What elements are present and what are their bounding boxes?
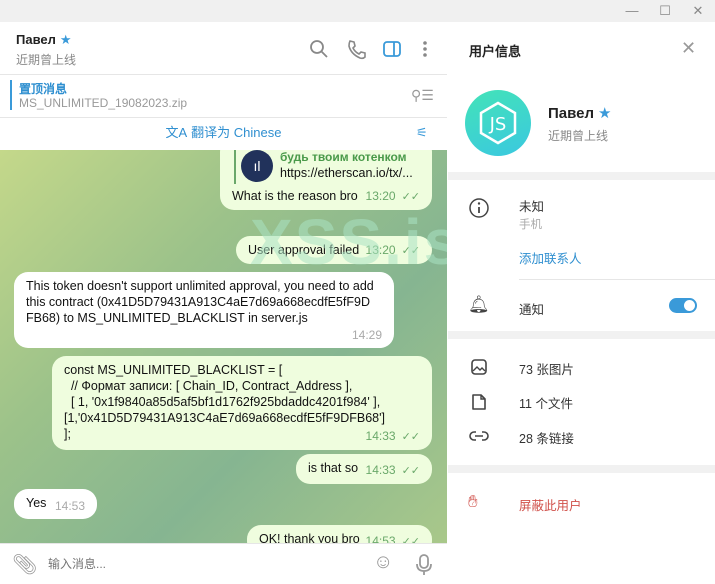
code-line: // Формат записи: [ Chain_ID, Contract_A… [64,379,353,393]
file-icon [472,394,486,410]
pinned-text: MS_UNLIMITED_19082023.zip [19,96,188,110]
chat-name-row: Павел ★ [16,32,72,48]
phone-label: 手机 [519,219,542,231]
translate-settings-icon[interactable]: ⚟ [416,118,428,148]
divider [448,172,715,180]
close-window-icon[interactable]: ✕ [688,3,708,19]
message-bubble: is that so 14:33 ✓✓ [296,454,432,484]
microphone-icon[interactable] [414,553,434,577]
code-message-bubble: const MS_UNLIMITED_BLACKLIST = [ // Форм… [52,356,432,450]
message-time: 14:33 ✓✓ [365,429,420,443]
message-time: 13:20 ✓✓ [365,189,420,203]
pin-list-icon[interactable]: ⚲☰ [411,87,434,104]
chat-status: 近期曾上线 [16,53,77,67]
bell-icon: 🔔︎ [468,295,490,314]
phone-icon[interactable] [345,38,367,60]
divider [448,465,715,473]
links-count[interactable]: 28 条链接 [519,428,574,447]
nodejs-logo: JS [479,101,517,145]
profile-name-row: Павел ★ [548,104,611,122]
close-panel-icon[interactable]: ✕ [681,38,696,59]
phone-value: 未知 [519,200,545,214]
block-hand-icon: ✋︎ [468,492,478,511]
message-bubble: This token doesn't support unlimited app… [14,272,394,348]
chat-pane: Павел ★ 近期曾上线 置顶消息 MS_UNLIMITED_19082023.… [0,22,447,584]
code-line: [ 1, '0x1f9840a85d5af5bf1d1762f925bdaddc… [64,395,381,409]
divider [448,331,715,339]
photo-icon [471,359,487,375]
message-time: 14:33 ✓✓ [365,463,420,477]
message-list[interactable]: ıl будь твоим котенком https://etherscan… [0,150,447,543]
chat-name: Павел [16,32,56,47]
attach-icon[interactable]: 📎︎ [12,552,37,577]
search-icon[interactable] [308,38,330,60]
composer: 📎︎ ☺ [0,543,447,584]
message-bubble: ıl будь твоим котенком https://etherscan… [220,150,432,210]
maximize-icon[interactable]: ☐ [655,3,675,19]
message-input[interactable] [48,554,348,574]
translate-bar[interactable]: 文A 翻译为 Chinese ⚟ [0,118,447,150]
etherscan-logo: ıl [241,150,273,182]
translate-icon: 文A [165,125,188,140]
panel-title: 用户信息 [469,44,522,59]
pinned-title: 置顶消息 [19,82,68,96]
code-line: const MS_UNLIMITED_BLACKLIST = [ [64,363,283,377]
star-icon: ★ [598,105,612,122]
star-icon: ★ [59,32,72,47]
profile-status: 近期曾上线 [548,129,609,143]
code-line: [1,'0x41D5D79431A913C4aE7d69a668ecdfE5fF… [64,411,385,425]
notifications-toggle[interactable] [669,298,697,313]
preview-title: будь твоим котенком [280,150,407,164]
message-bubble: OK! thank you bro 14:53 ✓✓ [247,525,432,543]
user-info-panel: 用户信息 ✕ JS Павел ★ 近期曾上线 未知 手机 添加联系人 🔔︎ 通知… [448,22,715,584]
message-text: This token doesn't support unlimited app… [26,279,374,325]
preview-bar [234,150,236,184]
sidebar-toggle-icon[interactable] [381,38,403,60]
title-bar: — ☐ ✕ [0,0,715,22]
message-time: 14:53 [54,499,85,513]
divider [519,279,715,280]
message-bubble: Yes 14:53 [14,489,97,519]
notifications-label: 通知 [519,303,545,317]
more-icon[interactable] [414,38,436,60]
message-time: 14:29 [351,328,382,342]
pinned-message[interactable]: 置顶消息 MS_UNLIMITED_19082023.zip ⚲☰ [0,75,447,118]
preview-url[interactable]: https://etherscan.io/tx/... [280,165,413,181]
message-text: is that so [308,461,359,475]
translate-label: 翻译为 Chinese [191,125,282,140]
message-text: Yes [26,496,47,510]
add-contact-link[interactable]: 添加联系人 [519,248,582,267]
photos-count[interactable]: 73 张图片 [519,359,574,378]
message-text: OK! thank you bro [259,532,360,543]
info-icon [469,198,489,218]
block-user-button[interactable]: 屏蔽此用户 [519,495,582,514]
link-icon [469,431,489,441]
chat-header[interactable]: Павел ★ 近期曾上线 [0,22,447,75]
emoji-icon[interactable]: ☺ [373,551,393,574]
message-text: What is the reason bro [232,189,358,203]
pinned-bar [10,80,12,110]
avatar[interactable]: JS [465,90,531,156]
svg-text:JS: JS [489,114,507,135]
files-count[interactable]: 11 个文件 [519,393,573,412]
message-time: 14:53 ✓✓ [365,534,420,543]
profile-name: Павел [548,105,595,122]
watermark: XSS.is [250,206,447,278]
minimize-icon[interactable]: — [622,3,642,19]
